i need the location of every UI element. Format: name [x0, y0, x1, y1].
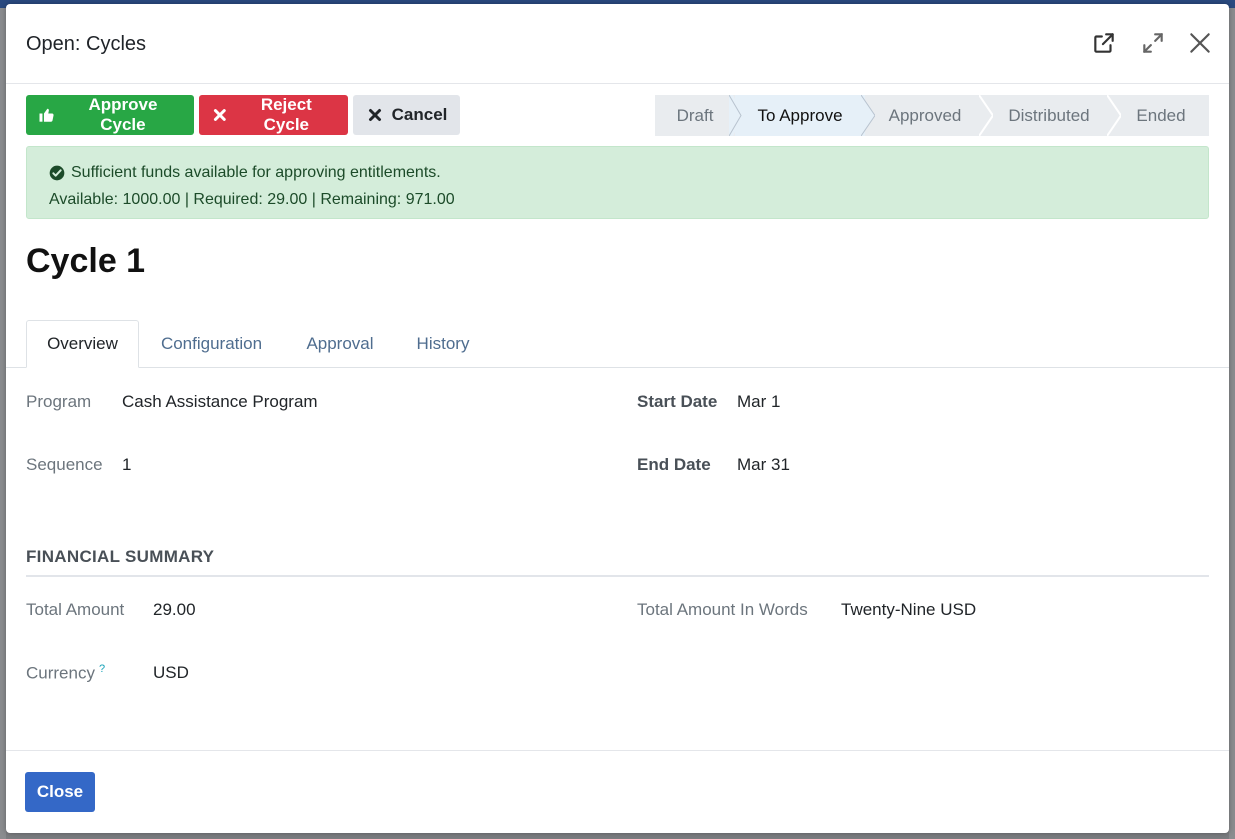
close-button[interactable]: Close: [25, 772, 95, 812]
x-icon: [368, 109, 381, 121]
tab-label: History: [416, 334, 470, 353]
dialog-header: Open: Cycles: [6, 4, 1229, 84]
alert-message: Sufficient funds available for approving…: [71, 164, 441, 181]
end-date-label: End Date: [637, 455, 711, 474]
currency-value[interactable]: USD: [153, 663, 189, 683]
open-external-icon[interactable]: [1091, 30, 1117, 56]
total-amount-value[interactable]: 29.00: [153, 600, 196, 620]
stage-label: Ended: [1136, 105, 1186, 125]
currency-label-text: Currency: [26, 663, 95, 683]
start-date-value[interactable]: Mar 1: [737, 392, 780, 412]
stage-distributed[interactable]: Distributed: [985, 95, 1113, 136]
dialog-title: Open: Cycles: [26, 33, 147, 55]
end-date-value[interactable]: Mar 31: [737, 455, 790, 475]
tab-history[interactable]: History: [400, 320, 486, 368]
reject-cycle-label: Reject Cycle: [260, 95, 312, 134]
total-amount-label: Total Amount: [26, 600, 125, 619]
total-amount-words-label: Total Amount In Words: [637, 600, 808, 619]
cancel-button[interactable]: Cancel: [353, 95, 460, 135]
tab-label: Configuration: [160, 334, 263, 353]
tab-label: Overview: [47, 334, 118, 353]
status-bar: Draft To Approve Approved Distributed En…: [655, 95, 1209, 136]
approve-cycle-button[interactable]: Approve Cycle: [26, 95, 194, 135]
stage-separator: [861, 95, 875, 136]
funds-alert: Sufficient funds available for approving…: [26, 146, 1209, 219]
x-icon: [213, 109, 226, 121]
stage-approved[interactable]: Approved: [865, 95, 985, 136]
alert-details: Available: 1000.00 | Required: 29.00 | R…: [49, 191, 455, 208]
section-divider: [26, 575, 1209, 577]
stage-to-approve[interactable]: To Approve: [735, 95, 865, 136]
start-date-label: Start Date: [637, 392, 718, 411]
stage-label: To Approve: [757, 105, 843, 125]
record-title: Cycle 1: [26, 242, 146, 280]
stage-separator: [729, 95, 743, 136]
sequence-value[interactable]: 1: [122, 455, 131, 475]
approve-cycle-label: Approve Cycle: [88, 95, 158, 134]
currency-label: Currency?: [26, 663, 105, 684]
stage-label: Approved: [888, 105, 962, 125]
thumbs-up-icon: [39, 108, 54, 122]
close-icon[interactable]: [1187, 30, 1213, 56]
program-value[interactable]: Cash Assistance Program: [122, 392, 318, 412]
stage-label: Draft: [676, 105, 714, 125]
tab-label: Approval: [306, 334, 374, 353]
footer-divider: [6, 750, 1229, 751]
expand-icon[interactable]: [1140, 30, 1166, 56]
stage-draft[interactable]: Draft: [655, 95, 735, 136]
cycle-dialog: Open: Cycles Approve Cycle Reject Cycle: [6, 4, 1229, 833]
stage-ended[interactable]: Ended: [1113, 95, 1209, 136]
stage-separator: [1107, 95, 1121, 136]
tab-configuration[interactable]: Configuration: [144, 320, 279, 368]
check-circle-icon: [49, 165, 65, 180]
sequence-label: Sequence: [26, 455, 103, 474]
tab-overview[interactable]: Overview: [26, 320, 139, 368]
total-amount-words-value[interactable]: Twenty-Nine USD: [841, 600, 976, 620]
stage-label: Distributed: [1008, 105, 1090, 125]
reject-cycle-button[interactable]: Reject Cycle: [199, 95, 348, 135]
tab-approval[interactable]: Approval: [288, 320, 392, 368]
financial-summary-title: FINANCIAL SUMMARY: [26, 547, 215, 566]
program-label: Program: [26, 392, 92, 411]
background-edge-right: [1229, 8, 1235, 839]
stage-separator: [979, 95, 993, 136]
help-icon[interactable]: ?: [99, 663, 105, 675]
cancel-label: Cancel: [391, 105, 448, 124]
